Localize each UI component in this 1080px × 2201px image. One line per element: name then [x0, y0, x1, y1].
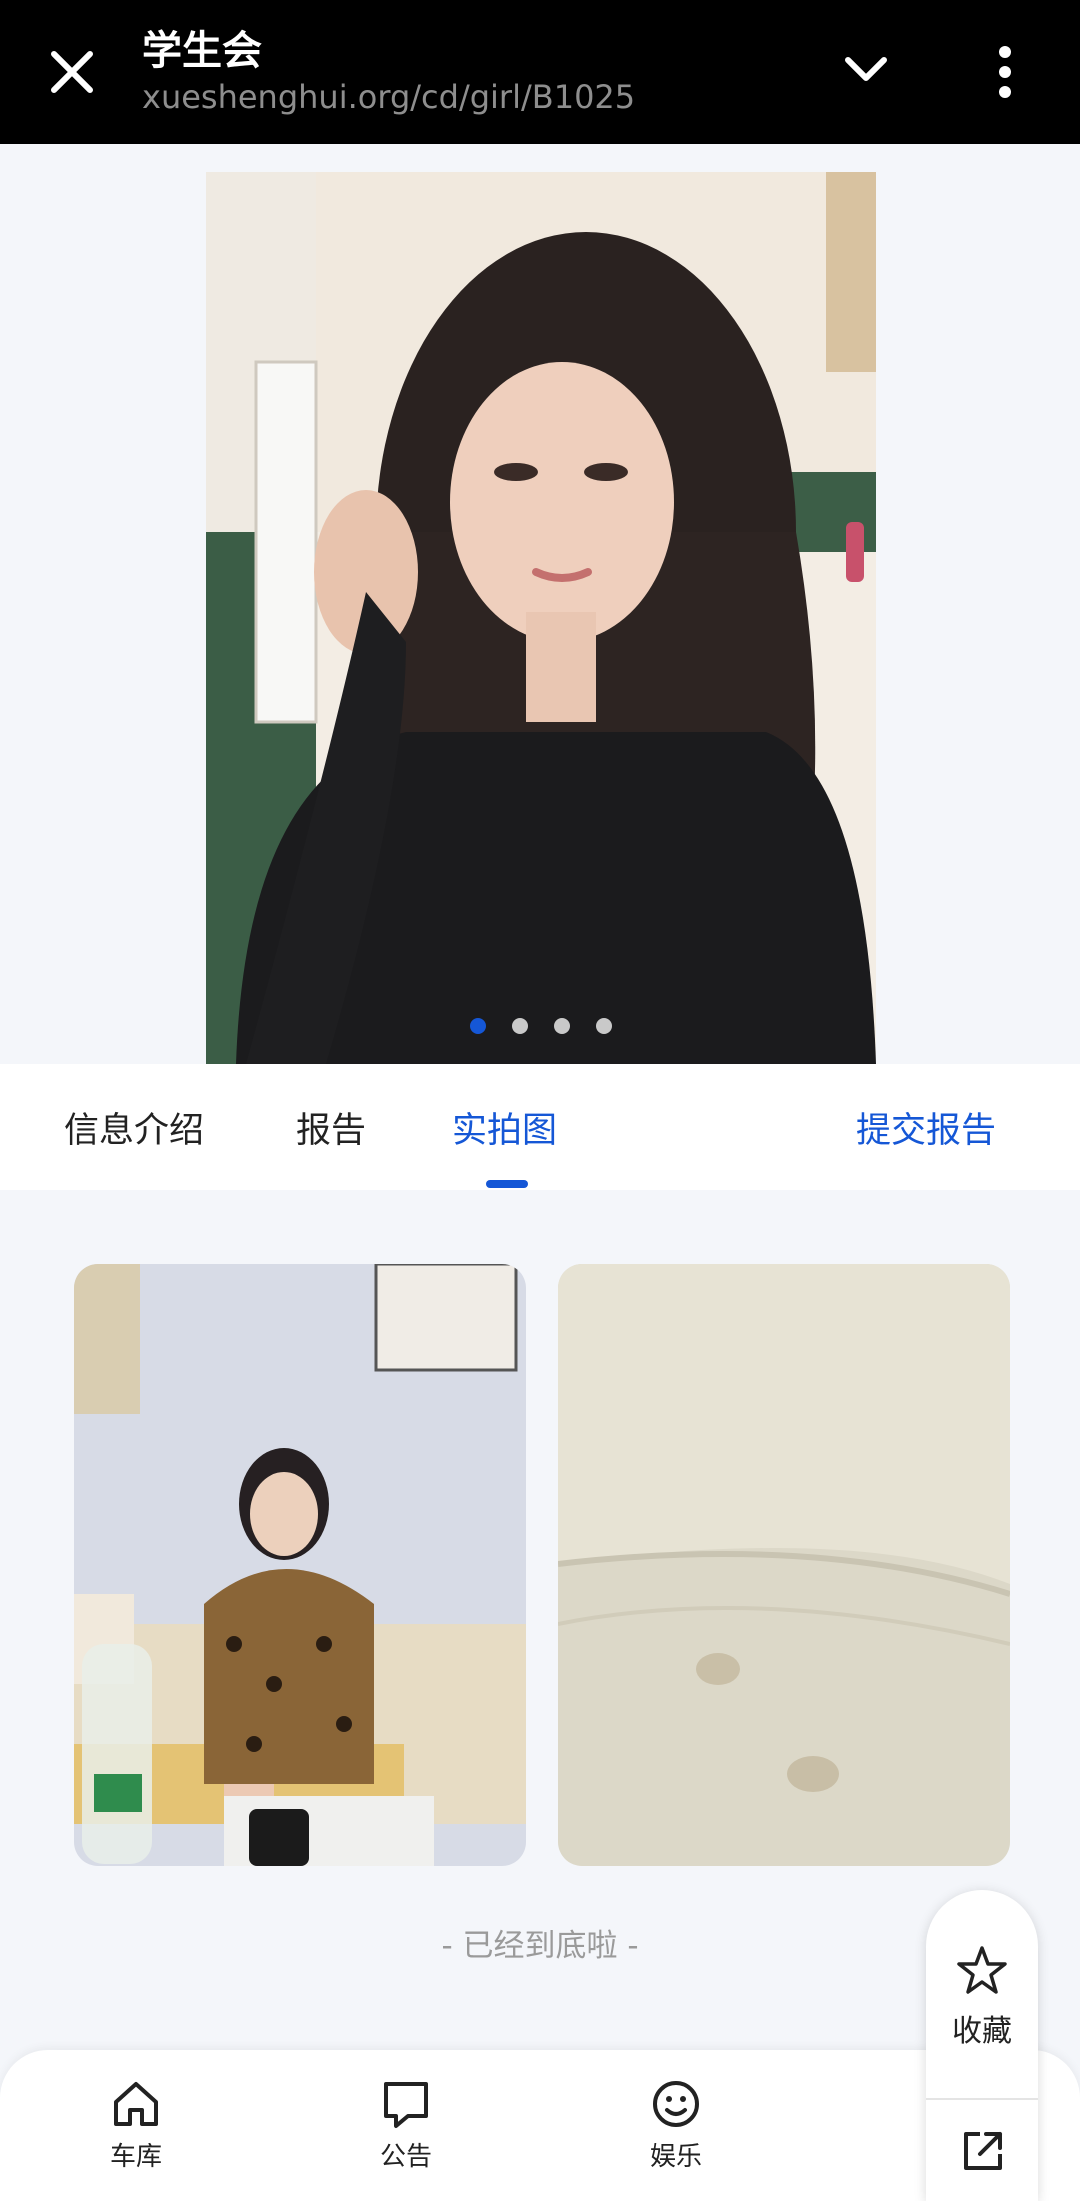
- photo-bed-sheet: [558, 1264, 1010, 1866]
- page-url: xueshenghui.org/cd/girl/B1025: [142, 78, 636, 116]
- carousel-dot-2[interactable]: [512, 1018, 528, 1034]
- gallery-photo-2[interactable]: [558, 1264, 1010, 1866]
- carousel-dot-1[interactable]: [470, 1018, 486, 1034]
- carousel-dot-4[interactable]: [596, 1018, 612, 1034]
- portrait-photo: [206, 172, 876, 1064]
- tab-reports[interactable]: 报告: [296, 1102, 366, 1153]
- favorite-button[interactable]: 收藏: [926, 1944, 1038, 2050]
- favorite-label: 收藏: [952, 2014, 1012, 2049]
- bottom-navigation: 车库 公告 娱乐: [0, 2050, 1080, 2201]
- message-icon: [384, 2082, 428, 2128]
- browser-top-bar: 学生会 xueshenghui.org/cd/girl/B1025: [0, 0, 1080, 144]
- active-tab-indicator: [486, 1180, 528, 1188]
- hero-photo-carousel[interactable]: [206, 172, 876, 1064]
- nav-label: 娱乐: [649, 2142, 702, 2172]
- tab-info[interactable]: 信息介绍: [64, 1102, 204, 1153]
- nav-item-announcements[interactable]: 公告: [346, 2078, 466, 2173]
- close-icon[interactable]: [40, 40, 104, 104]
- more-options-icon[interactable]: [990, 44, 1020, 100]
- tab-bar: 信息介绍 报告 实拍图 提交报告: [0, 1064, 1080, 1190]
- end-of-list-text: - 已经到底啦 -: [441, 1928, 639, 1964]
- carousel-dot-3[interactable]: [554, 1018, 570, 1034]
- star-icon: [957, 1946, 1007, 1994]
- nav-item-entertainment[interactable]: 娱乐: [616, 2078, 736, 2173]
- gallery-photo-1[interactable]: [74, 1264, 526, 1866]
- home-icon: [114, 2082, 158, 2126]
- page-title: 学生会: [142, 28, 262, 74]
- tab-photos[interactable]: 实拍图: [452, 1102, 557, 1153]
- nav-item-garage[interactable]: 车库: [76, 2078, 196, 2173]
- divider: [926, 2098, 1038, 2100]
- submit-report-link[interactable]: 提交报告: [856, 1102, 996, 1153]
- smile-icon: [653, 2081, 699, 2127]
- floating-actions: 收藏: [926, 1890, 1038, 2201]
- photo-person-on-sofa: [74, 1264, 526, 1866]
- nav-label: 公告: [379, 2142, 432, 2172]
- chevron-down-icon[interactable]: [840, 44, 892, 96]
- share-icon[interactable]: [958, 2126, 1008, 2176]
- carousel-indicator: [206, 1018, 876, 1034]
- nav-label: 车库: [109, 2142, 162, 2172]
